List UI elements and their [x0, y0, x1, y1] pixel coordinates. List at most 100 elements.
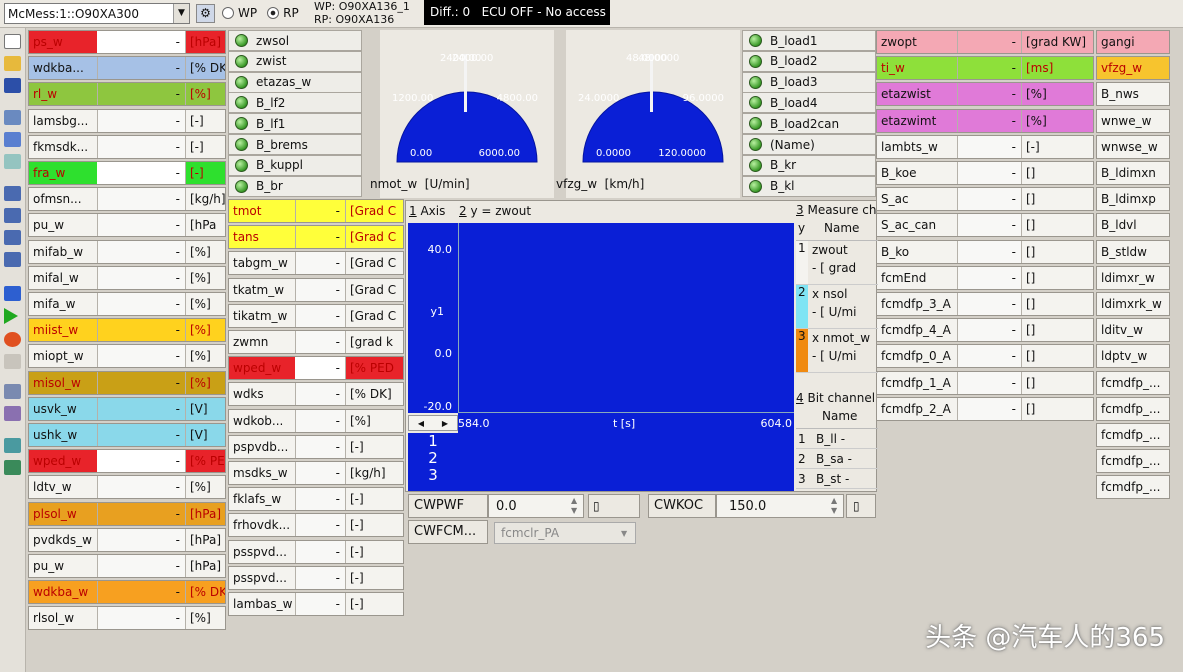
measure-row[interactable]: fcmdfp_4_A -[]: [876, 318, 1094, 343]
measure-channel-row[interactable]: 2 x nsol - [ U/mi: [796, 285, 878, 329]
measure-row[interactable]: lambas_w - [-]: [228, 592, 404, 616]
save-icon[interactable]: [4, 78, 21, 93]
layers-icon[interactable]: [4, 132, 21, 147]
pause-icon[interactable]: [4, 354, 21, 369]
measure-channel-row[interactable]: 3 x nmot_w - [ U/mi: [796, 329, 878, 373]
measure-row[interactable]: fra_w - [-]: [28, 161, 226, 185]
measure-row[interactable]: mifal_w - [%]: [28, 265, 226, 290]
measure-row[interactable]: tikatm_w - [Grad C: [228, 303, 404, 328]
measure-row[interactable]: miopt_w - [%]: [28, 344, 226, 369]
measure-row[interactable]: lambts_w - [-]: [876, 134, 1094, 159]
bit-indicator-row[interactable]: B_load1: [742, 30, 876, 51]
measure-row[interactable]: fcmdfp_...: [1096, 475, 1170, 500]
measure-row[interactable]: wped_w-[% PED]: [28, 449, 226, 474]
measure-row[interactable]: pspvdb... - [-]: [228, 434, 404, 459]
measure-row[interactable]: usvk_w - [V]: [28, 396, 226, 421]
cwkoc-input[interactable]: 150.0 ▲ ▼: [716, 494, 844, 518]
measure-row[interactable]: B_koe -[]: [876, 161, 1094, 185]
wrench-icon[interactable]: [4, 384, 21, 399]
bit-indicator-row[interactable]: B_brems: [228, 134, 362, 155]
bit-indicator-row[interactable]: B_load2can: [742, 113, 876, 135]
measure-row[interactable]: B_nws: [1096, 82, 1170, 107]
bit-indicator-row[interactable]: B_kuppl: [228, 154, 362, 176]
tab-y[interactable]: 2 y = zwout: [459, 204, 531, 218]
measure-row[interactable]: wnwe_w: [1096, 108, 1170, 133]
measure-row[interactable]: vfzg_w: [1096, 56, 1170, 81]
measure-row[interactable]: lditv_w: [1096, 318, 1170, 343]
chevron-down-icon[interactable]: ▼: [621, 529, 635, 538]
spinner-icon[interactable]: ▲ ▼: [571, 496, 583, 516]
bit-indicator-row[interactable]: B_lf2: [228, 92, 362, 114]
bit-indicator-row[interactable]: B_kr: [742, 154, 876, 176]
measure-row[interactable]: fcmEnd -[]: [876, 265, 1094, 290]
scroll-arrows[interactable]: ◀ ▶: [408, 415, 458, 431]
measure-row[interactable]: mifa_w - [%]: [28, 292, 226, 316]
bit-indicator-row[interactable]: zwsol: [228, 30, 362, 51]
measure-row[interactable]: frhovdk... - [-]: [228, 513, 404, 538]
measure-row[interactable]: fcmdfp_...: [1096, 370, 1170, 395]
measure-row[interactable]: ldptv_w: [1096, 344, 1170, 369]
measure-row[interactable]: etazwist - [%]: [876, 82, 1094, 107]
measure-row[interactable]: zwmn - [grad k: [228, 330, 404, 354]
bit-indicator-row[interactable]: etazas_w: [228, 71, 362, 93]
measure-row[interactable]: ti_w - [ms]: [876, 56, 1094, 81]
measure-row[interactable]: fcmdfp_2_A -[]: [876, 396, 1094, 421]
measure-row[interactable]: fcmdfp_...: [1096, 396, 1170, 421]
new-file-icon[interactable]: [4, 34, 21, 49]
measure-row[interactable]: zwopt - [grad KW]: [876, 30, 1094, 54]
window2-icon[interactable]: [4, 208, 21, 223]
rp-radio[interactable]: [267, 7, 280, 19]
measure-row[interactable]: fcmdfp_1_A -[]: [876, 370, 1094, 395]
measure-row[interactable]: lamsbg... - [-]: [28, 108, 226, 133]
bit-indicator-row[interactable]: B_lf1: [228, 113, 362, 135]
record-icon[interactable]: [4, 332, 21, 347]
bit-indicator-row[interactable]: B_br: [228, 175, 362, 197]
bit-channel-row[interactable]: 2 B_sa -: [796, 449, 878, 469]
measure-row[interactable]: wdkba_w-[% DK]: [28, 580, 226, 605]
measure-channel-row[interactable]: 1 zwout - [ grad: [796, 241, 878, 285]
measure-row[interactable]: wdks - [% DK]: [228, 382, 404, 407]
window4-icon[interactable]: [4, 252, 21, 267]
measure-row[interactable]: fcmdfp_...: [1096, 449, 1170, 474]
cwkoc-checkbox[interactable]: ▯: [846, 494, 876, 518]
measure-row[interactable]: tans - [Grad C: [228, 225, 404, 250]
measure-row[interactable]: rl_w - [%]: [28, 82, 226, 107]
cwpwf-checkbox[interactable]: ▯: [588, 494, 640, 518]
measure-row[interactable]: B_ldvl: [1096, 213, 1170, 238]
plot-area[interactable]: [458, 223, 794, 413]
measure-row[interactable]: mifab_w - [%]: [28, 239, 226, 264]
measure-row[interactable]: ushk_w - [V]: [28, 423, 226, 447]
measure-row[interactable]: wped_w - [% PED: [228, 356, 404, 381]
chevron-down-icon[interactable]: ▼: [173, 4, 189, 23]
wp-radio[interactable]: [222, 7, 234, 19]
bit-indicator-row[interactable]: B_kl: [742, 175, 876, 197]
measure-row[interactable]: psspvd... - [-]: [228, 565, 404, 590]
measure-row[interactable]: wdkob... - [%]: [228, 408, 404, 433]
measure-row[interactable]: ps_w - [hPa]: [28, 30, 226, 54]
scroll-right-icon[interactable]: ▶: [442, 419, 448, 428]
measure-panel-title[interactable]: 3 Measure ch: [796, 203, 878, 217]
measure-row[interactable]: misol_w - [%]: [28, 370, 226, 395]
tab-axis[interactable]: 1 Axis: [409, 204, 445, 218]
measure-row[interactable]: wdkba...-[% DK]: [28, 56, 226, 81]
measure-row[interactable]: B_ldimxn: [1096, 161, 1170, 185]
measure-row[interactable]: wnwse_w: [1096, 134, 1170, 159]
stop-square-icon[interactable]: [4, 286, 21, 301]
measure-row[interactable]: etazwimt - [%]: [876, 108, 1094, 133]
measure-row[interactable]: S_ac_can -[]: [876, 213, 1094, 238]
search-icon[interactable]: [4, 438, 21, 453]
measure-row[interactable]: psspvd... - [-]: [228, 539, 404, 564]
measure-row[interactable]: plsol_w - [hPa]: [28, 501, 226, 526]
bit-panel-title[interactable]: 4 Bit channel: [796, 391, 878, 405]
play-icon[interactable]: [4, 308, 18, 324]
config-icon[interactable]: ⚙: [196, 4, 215, 23]
spinner-icon[interactable]: ▲ ▼: [831, 496, 843, 516]
measure-row[interactable]: S_ac -[]: [876, 187, 1094, 212]
measure-row[interactable]: B_stldw: [1096, 239, 1170, 264]
measure-row[interactable]: fcmdfp_3_A -[]: [876, 292, 1094, 316]
measure-row[interactable]: B_ldimxp: [1096, 187, 1170, 212]
bit-indicator-row[interactable]: B_load4: [742, 92, 876, 114]
measure-row[interactable]: fkmsdk... - [-]: [28, 134, 226, 159]
measure-row[interactable]: tkatm_w - [Grad C: [228, 277, 404, 302]
measure-row[interactable]: fcmdfp_0_A -[]: [876, 344, 1094, 369]
